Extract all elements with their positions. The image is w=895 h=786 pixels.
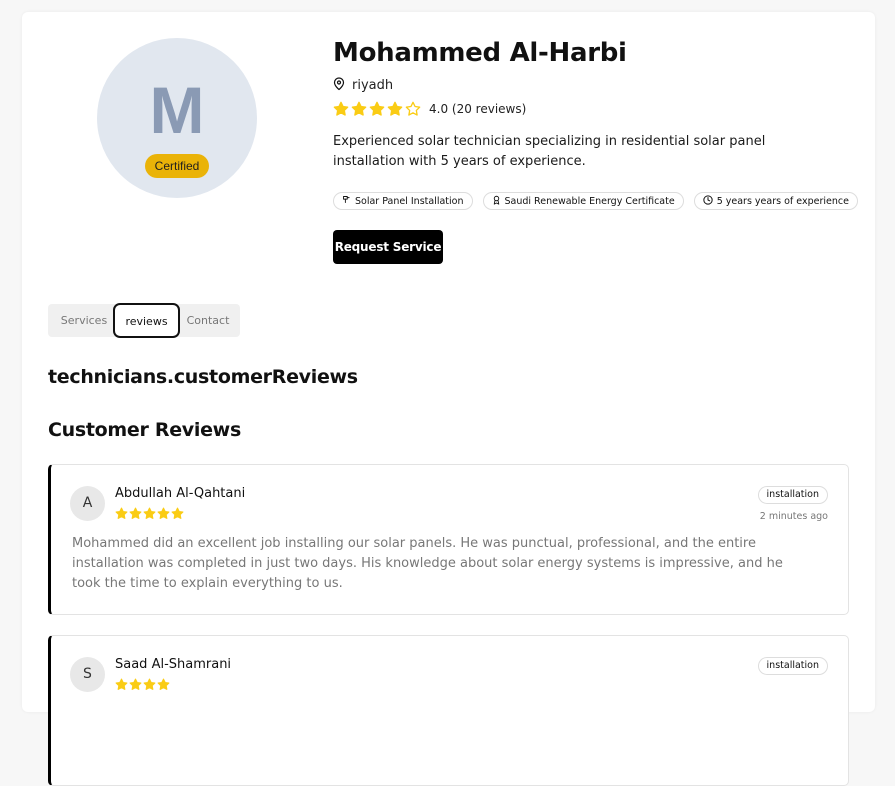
review-card: A Abdullah Al-Qahtani installation 2 min…: [48, 464, 849, 615]
reviewer-avatar: A: [70, 486, 105, 521]
review-category-badge: installation: [757, 657, 828, 675]
star-filled-icon: [157, 507, 170, 520]
section-key-title: technicians.customerReviews: [48, 366, 358, 388]
skill-badges: Solar Panel Installation Saudi Renewable…: [333, 192, 858, 210]
location: riyadh: [333, 76, 393, 95]
wrench-icon: [342, 195, 355, 207]
section-title: Customer Reviews: [48, 419, 241, 441]
award-icon: [492, 195, 505, 208]
location-text: riyadh: [352, 78, 394, 93]
certified-badge: Certified: [145, 154, 209, 178]
star-empty-icon: [405, 101, 421, 117]
star-filled-icon: [129, 507, 142, 520]
badge-label: 5 years years of experience: [716, 195, 849, 207]
review-text: Mohammed did an excellent job installing…: [72, 536, 783, 591]
tab-contact[interactable]: Contact: [180, 304, 236, 337]
clock-icon: [703, 194, 717, 208]
badge-label: Solar Panel Installation: [355, 195, 464, 207]
review-time: 2 minutes ago: [759, 511, 828, 522]
star-filled-icon: [387, 101, 403, 117]
request-service-button[interactable]: Request Service: [333, 230, 443, 264]
tab-reviews[interactable]: reviews: [113, 303, 180, 338]
star-filled-icon: [171, 507, 184, 520]
reviewer-name: Saad Al-Shamrani: [115, 657, 232, 672]
rating-text: 4.0 (20 reviews): [429, 102, 527, 116]
technician-description: Experienced solar technician specializin…: [333, 134, 766, 169]
star-filled-icon: [369, 101, 385, 117]
review-card: S Saad Al-Shamrani installation: [48, 635, 849, 786]
reviewer-name: Abdullah Al-Qahtani: [115, 486, 246, 501]
badge-certificate: Saudi Renewable Energy Certificate: [482, 192, 684, 210]
reviewer-avatar: S: [70, 657, 105, 692]
badge-solar-panel-installation: Solar Panel Installation: [333, 192, 473, 210]
review-stars: [115, 507, 184, 520]
star-filled-icon: [333, 101, 349, 117]
map-pin-icon: [333, 76, 345, 95]
star-filled-icon: [115, 507, 128, 520]
star-filled-icon: [351, 101, 367, 117]
technician-name: Mohammed Al-Harbi: [333, 38, 627, 68]
avatar-letter: M: [149, 73, 205, 147]
tab-services[interactable]: Services: [54, 304, 114, 337]
review-category-badge: installation: [757, 486, 828, 504]
badge-experience: 5 years years of experience: [693, 192, 858, 210]
rating: 4.0 (20 reviews): [333, 101, 526, 117]
star-filled-icon: [143, 507, 156, 520]
profile-tabs: Services reviews Contact: [48, 303, 240, 338]
badge-label: Saudi Renewable Energy Certificate: [504, 195, 675, 207]
technician-profile-card: M Certified Mohammed Al-Harbi riyadh 4.0…: [22, 12, 875, 786]
rating-stars: [333, 101, 421, 117]
avatar: M Certified: [97, 38, 257, 198]
